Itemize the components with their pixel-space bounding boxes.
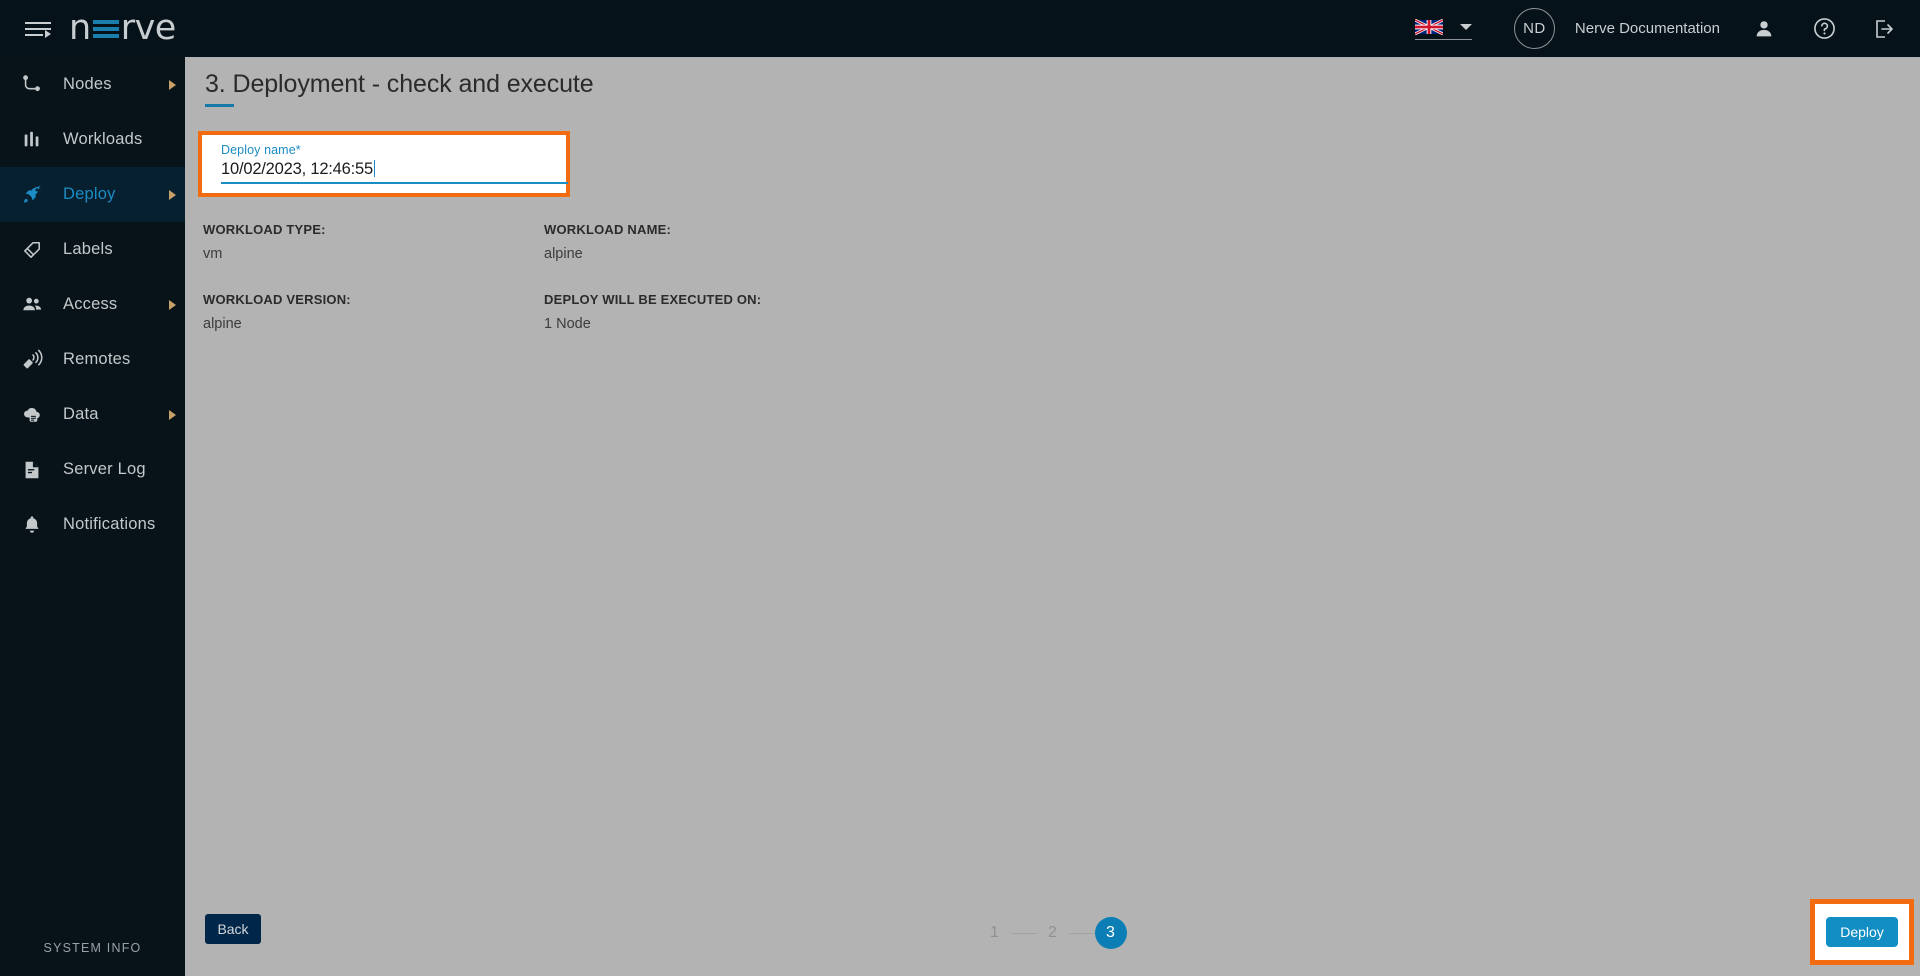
logo-text-post: rve [120, 8, 177, 48]
sidebar-item-label: Notifications [63, 515, 156, 533]
nerve-logo[interactable]: n rve [69, 11, 176, 46]
language-selector[interactable] [1414, 18, 1472, 40]
sidebar-item-label: Access [63, 295, 118, 313]
sidebar-item-deploy[interactable]: Deploy [0, 167, 185, 222]
sidebar-item-label: Data [63, 405, 99, 423]
logo-equals-icon [92, 18, 119, 40]
sidebar-item-workloads[interactable]: Workloads [0, 112, 185, 167]
nodes-icon [19, 73, 45, 97]
deploy-name-input[interactable]: 10/02/2023, 12:46:55 [221, 160, 568, 184]
avatar[interactable]: ND [1513, 8, 1555, 49]
step-connector [1010, 932, 1037, 934]
step-2[interactable]: 2 [1036, 917, 1069, 949]
info-row: WORKLOAD TYPE: vm WORKLOAD NAME: alpine [203, 222, 1103, 262]
sidebar: Nodes Workloads Deploy Labels Access Rem… [0, 57, 185, 976]
info-value: alpine [203, 316, 242, 332]
chevron-down-icon [1459, 23, 1472, 30]
step-1[interactable]: 1 [978, 917, 1011, 949]
chevron-right-icon [169, 189, 176, 200]
deploy-button-highlight: Deploy [1810, 899, 1914, 965]
top-bar-right: ND Nerve Documentation [1414, 0, 1920, 57]
hamburger-menu-icon[interactable] [25, 19, 51, 39]
sidebar-item-label: Server Log [63, 460, 146, 478]
info-key: WORKLOAD TYPE: [203, 222, 326, 237]
sidebar-item-server-log[interactable]: Server Log [0, 442, 185, 497]
sidebar-item-label: Nodes [63, 75, 112, 93]
sidebar-item-access[interactable]: Access [0, 277, 185, 332]
info-value: 1 Node [544, 316, 591, 332]
document-icon [19, 458, 45, 482]
sidebar-item-data[interactable]: Data [0, 387, 185, 442]
deploy-button[interactable]: Deploy [1826, 917, 1898, 947]
info-deploy-target: DEPLOY WILL BE EXECUTED ON: 1 Node [544, 292, 885, 332]
workload-info-grid: WORKLOAD TYPE: vm WORKLOAD NAME: alpine … [203, 222, 1103, 362]
workloads-icon [19, 128, 45, 152]
sidebar-item-label: Workloads [63, 130, 143, 148]
chevron-right-icon [169, 79, 176, 90]
text-cursor [373, 160, 375, 177]
users-icon [19, 293, 45, 317]
user-icon[interactable] [1752, 17, 1776, 41]
step-3[interactable]: 3 [1094, 917, 1127, 949]
deploy-name-highlight: Deploy name* 10/02/2023, 12:46:55 [198, 131, 570, 197]
info-workload-version: WORKLOAD VERSION: alpine [203, 292, 544, 332]
info-key: DEPLOY WILL BE EXECUTED ON: [544, 292, 762, 307]
step-indicator: 1 2 3 [978, 917, 1127, 949]
tag-icon [19, 238, 45, 262]
avatar-initials: ND [1523, 20, 1546, 37]
top-bar: n rve ND Nerve Documentation [0, 0, 1920, 57]
info-value: alpine [544, 246, 583, 262]
main-content: 3. Deployment - check and execute Deploy… [185, 57, 1920, 976]
sidebar-item-notifications[interactable]: Notifications [0, 497, 185, 552]
step-connector [1068, 932, 1095, 934]
bell-icon [19, 513, 45, 537]
title-underline [205, 104, 234, 107]
sidebar-item-labels[interactable]: Labels [0, 222, 185, 277]
info-row: WORKLOAD VERSION: alpine DEPLOY WILL BE … [203, 292, 1103, 332]
sidebar-item-nodes[interactable]: Nodes [0, 57, 185, 112]
username-label[interactable]: Nerve Documentation [1575, 20, 1720, 37]
sidebar-item-label: Deploy [63, 185, 116, 203]
help-icon[interactable] [1812, 17, 1836, 41]
deploy-name-field[interactable]: Deploy name* 10/02/2023, 12:46:55 [221, 143, 568, 184]
cloud-data-icon [19, 403, 45, 427]
system-info-link[interactable]: SYSTEM INFO [0, 920, 185, 976]
info-workload-type: WORKLOAD TYPE: vm [203, 222, 544, 262]
logo-text-pre: n [69, 8, 91, 48]
remote-icon [19, 348, 45, 372]
info-workload-name: WORKLOAD NAME: alpine [544, 222, 885, 262]
info-key: WORKLOAD VERSION: [203, 292, 351, 307]
back-button[interactable]: Back [205, 914, 261, 944]
logout-icon[interactable] [1872, 17, 1896, 41]
info-key: WORKLOAD NAME: [544, 222, 672, 237]
chevron-right-icon [169, 409, 176, 420]
deploy-name-value: 10/02/2023, 12:46:55 [221, 160, 373, 178]
sidebar-item-remotes[interactable]: Remotes [0, 332, 185, 387]
deploy-name-label: Deploy name* [221, 143, 301, 157]
chevron-right-icon [169, 299, 176, 310]
page-title: 3. Deployment - check and execute [205, 70, 594, 98]
sidebar-item-label: Remotes [63, 350, 131, 368]
sidebar-item-label: Labels [63, 240, 113, 258]
info-value: vm [203, 246, 223, 262]
rocket-icon [19, 183, 45, 207]
uk-flag-icon [1414, 18, 1443, 35]
